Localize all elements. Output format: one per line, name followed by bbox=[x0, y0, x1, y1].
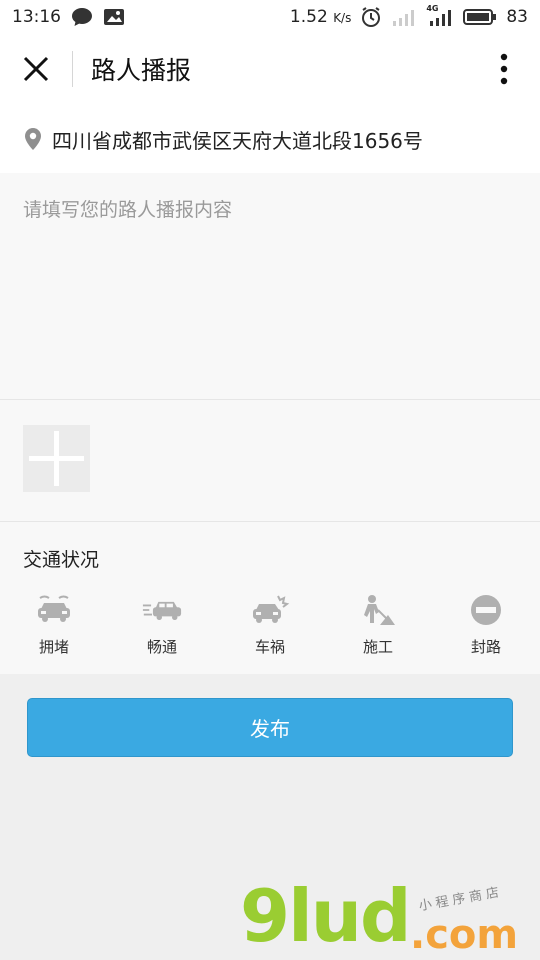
page-title: 路人播报 bbox=[91, 56, 192, 85]
watermark-brand: 9lud bbox=[240, 874, 412, 958]
traffic-option-label: 施工 bbox=[362, 638, 393, 656]
photo-area bbox=[0, 400, 540, 522]
close-icon bbox=[23, 56, 49, 82]
battery-level: 83 bbox=[506, 6, 528, 27]
chat-bubble-icon bbox=[71, 7, 93, 27]
traffic-options: 拥堵 畅通 车祸 施工 封路 bbox=[0, 592, 540, 657]
traffic-option-congested[interactable]: 拥堵 bbox=[0, 592, 108, 657]
traffic-option-road-closed[interactable]: 封路 bbox=[432, 592, 540, 657]
signal-4g-icon: 4G bbox=[426, 4, 454, 26]
traffic-option-label: 畅通 bbox=[146, 638, 177, 656]
title-bar: 路人播报 bbox=[0, 33, 540, 105]
watermark-logo: 9lud .com 小程序商店 bbox=[240, 880, 540, 960]
traffic-status-section: 交通状况 拥堵 畅通 车祸 施工 封路 bbox=[0, 522, 540, 674]
traffic-option-label: 封路 bbox=[470, 638, 501, 656]
close-button[interactable] bbox=[0, 33, 72, 105]
content-area bbox=[0, 173, 540, 400]
location-row[interactable]: 四川省成都市武侯区天府大道北段1656号 bbox=[0, 105, 540, 173]
network-speed: 1.52 K/s bbox=[289, 6, 352, 27]
location-address: 四川省成都市武侯区天府大道北段1656号 bbox=[52, 128, 423, 153]
add-photo-button[interactable] bbox=[23, 425, 90, 492]
traffic-option-construction[interactable]: 施工 bbox=[324, 592, 432, 657]
report-content-input[interactable] bbox=[0, 173, 540, 399]
publish-button[interactable]: 发布 bbox=[27, 698, 513, 757]
alarm-clock-icon bbox=[360, 6, 382, 28]
congested-car-icon bbox=[34, 592, 74, 628]
more-vertical-icon bbox=[500, 53, 508, 85]
moving-car-icon bbox=[142, 592, 182, 628]
battery-icon bbox=[463, 8, 497, 26]
watermark-tagline: 小程序商店 bbox=[417, 884, 505, 915]
construction-worker-icon bbox=[358, 592, 398, 628]
status-time: 13:16 bbox=[12, 6, 61, 27]
car-crash-icon bbox=[250, 592, 290, 628]
status-bar: 13:16 1.52 K/s 4G 83 bbox=[0, 0, 540, 33]
location-pin-icon bbox=[25, 128, 41, 150]
road-closed-icon bbox=[466, 592, 506, 628]
traffic-status-title: 交通状况 bbox=[23, 549, 100, 571]
signal-weak-icon bbox=[391, 8, 417, 26]
image-notification-icon bbox=[103, 8, 125, 26]
watermark-domain: .com bbox=[410, 912, 519, 958]
traffic-option-smooth[interactable]: 畅通 bbox=[108, 592, 216, 657]
title-divider bbox=[72, 51, 73, 87]
traffic-option-label: 车祸 bbox=[254, 638, 285, 656]
traffic-option-label: 拥堵 bbox=[38, 638, 69, 656]
traffic-option-accident[interactable]: 车祸 bbox=[216, 592, 324, 657]
more-options-button[interactable] bbox=[468, 33, 540, 105]
